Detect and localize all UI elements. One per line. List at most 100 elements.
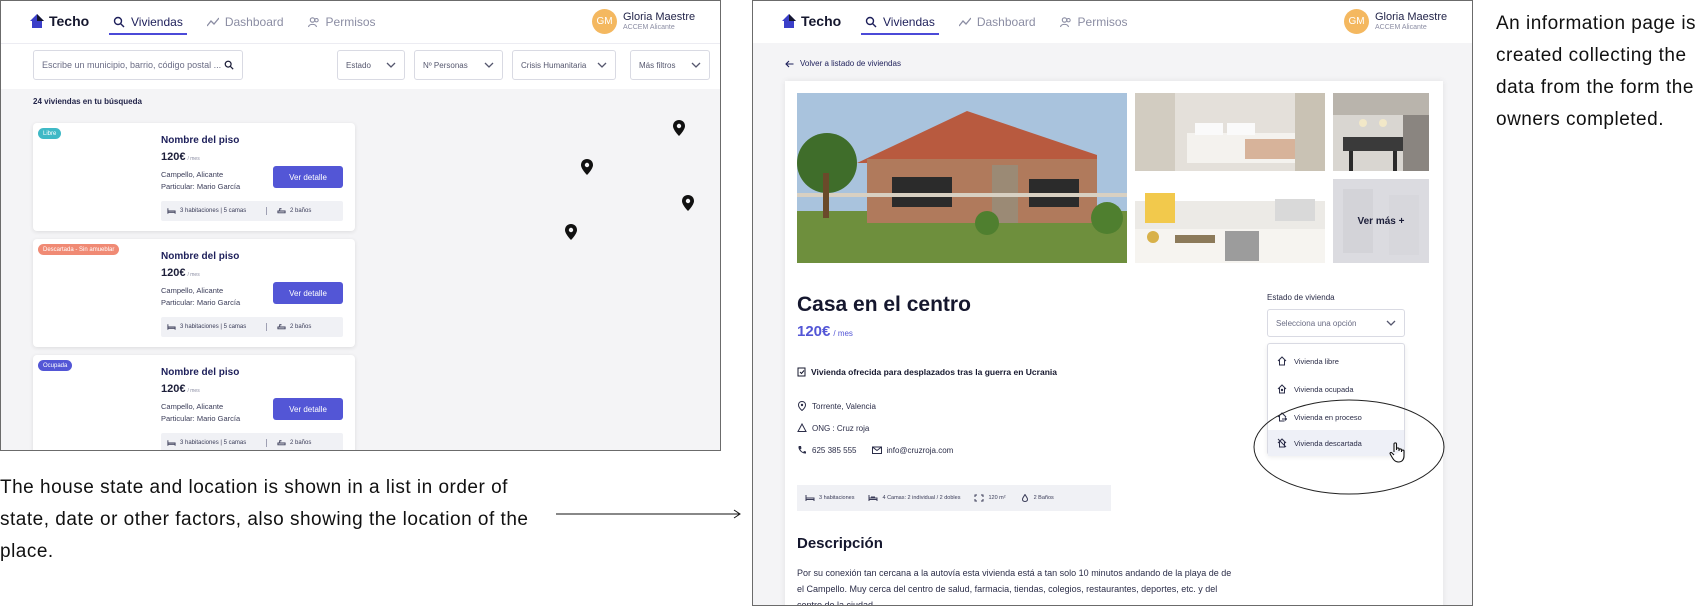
listing-title[interactable]: Nombre del piso xyxy=(161,367,239,378)
view-detail-button[interactable]: Ver detalle xyxy=(273,398,343,420)
user-org: ACCEM Alicante xyxy=(1375,24,1427,31)
ngo-text: ONG : Cruz roja xyxy=(812,423,870,433)
rooms-text: 3 habitaciones | 5 camas xyxy=(180,440,247,446)
chevron-down-icon xyxy=(484,62,494,68)
listing-location: Campello, Alicante Particular: Mario Garc… xyxy=(161,285,240,309)
price-unit: / mes xyxy=(187,156,200,162)
home-icon xyxy=(1277,356,1287,366)
search-input[interactable]: Escribe un municipio, barrio, código pos… xyxy=(33,50,243,80)
bedroom-image xyxy=(1135,93,1325,171)
rooms-text: 3 habitaciones | 5 camas xyxy=(180,208,247,214)
hand-cursor-icon xyxy=(1389,442,1405,463)
baths-feature: 2 baños xyxy=(267,439,311,447)
search-icon[interactable] xyxy=(224,60,234,70)
user-name: Gloria Maestre xyxy=(623,11,696,23)
nav-item-viviendas[interactable]: Viviendas xyxy=(109,1,187,43)
bed-icon xyxy=(167,324,176,330)
view-detail-button[interactable]: Ver detalle xyxy=(273,166,343,188)
feature-area: 120 m² xyxy=(974,494,1006,502)
kitchen-photo[interactable] xyxy=(1333,93,1429,171)
offer-note: Vivienda ofrecida para desplazados tras … xyxy=(797,367,1057,377)
users-icon xyxy=(307,17,319,28)
features-bar: 3 habitaciones 4 Camas: 2 individual / 2… xyxy=(797,485,1111,511)
app-logo[interactable]: Techo xyxy=(29,13,89,29)
filter-label: Crisis Humanitaria xyxy=(521,60,587,70)
feature-text: 3 habitaciones xyxy=(819,495,855,501)
user-menu[interactable]: GM Gloria Maestre ACCEM Alicante xyxy=(1344,9,1447,34)
price-value: 120€ xyxy=(161,383,186,395)
double-bed-icon xyxy=(868,495,878,501)
price-unit: / mes xyxy=(833,329,853,338)
user-menu[interactable]: GM Gloria Maestre ACCEM Alicante xyxy=(592,9,695,34)
baths-feature: 2 baños xyxy=(267,207,311,215)
listing-card[interactable]: Ocupada Nombre del piso 120€ / mes Campel… xyxy=(33,355,355,450)
main-photo[interactable] xyxy=(797,93,1127,263)
location-text: Campello, Alicante xyxy=(161,402,224,411)
filter-personas[interactable]: Nº Personas xyxy=(414,50,503,80)
state-select[interactable]: Selecciona una opción xyxy=(1267,309,1405,337)
water-drop-icon xyxy=(1021,494,1028,502)
listing-title[interactable]: Nombre del piso xyxy=(161,135,239,146)
feature-text: 120 m² xyxy=(988,495,1006,501)
listing-title: Casa en el centro xyxy=(797,293,971,316)
listing-card[interactable]: Libre Nombre del piso 120€ / mes Campello… xyxy=(33,123,355,231)
map-pin-icon[interactable] xyxy=(565,224,577,240)
baths-text: 2 baños xyxy=(290,324,312,330)
nav-label: Dashboard xyxy=(224,15,284,29)
status-badge: Ocupada xyxy=(38,360,73,371)
kitchen-detail-photo[interactable] xyxy=(1135,179,1325,263)
phone-text[interactable]: 625 385 555 xyxy=(812,446,857,455)
nav-item-viviendas[interactable]: Viviendas xyxy=(861,1,939,43)
chart-line-icon xyxy=(958,17,971,27)
description-title: Descripción xyxy=(797,535,883,552)
chevron-down-icon xyxy=(386,62,396,68)
option-vivienda-libre[interactable]: Vivienda libre xyxy=(1268,348,1404,374)
feature-baths: 2 Baños xyxy=(1020,494,1054,502)
app-logo[interactable]: Techo xyxy=(781,13,841,29)
filter-crisis[interactable]: Crisis Humanitaria xyxy=(512,50,616,80)
listing-features: 3 habitaciones | 5 camas 2 baños xyxy=(161,201,343,221)
bedroom-photo[interactable] xyxy=(1135,93,1325,171)
chart-line-icon xyxy=(206,17,219,27)
owner-text: Particular: Mario García xyxy=(161,298,241,307)
baths-feature: 2 baños xyxy=(267,323,311,331)
user-info: Gloria Maestre ACCEM Alicante xyxy=(1375,11,1447,32)
price-value: 120€ xyxy=(797,323,831,340)
feature-rooms: 3 habitaciones xyxy=(805,494,854,502)
listing-title[interactable]: Nombre del piso xyxy=(161,251,239,262)
view-detail-button[interactable]: Ver detalle xyxy=(273,282,343,304)
back-link[interactable]: Volver a listado de viviendas xyxy=(785,59,901,68)
email-text[interactable]: info@cruzroja.com xyxy=(887,446,954,455)
bath-icon xyxy=(277,324,286,330)
techo-house-icon xyxy=(782,14,796,28)
nav-item-permisos[interactable]: Permisos xyxy=(1059,1,1128,43)
user-name: Gloria Maestre xyxy=(1375,11,1448,23)
nav-item-permisos[interactable]: Permisos xyxy=(307,1,376,43)
option-label: Vivienda ocupada xyxy=(1294,384,1354,394)
right-caption: An information page is created collectin… xyxy=(1496,13,1697,130)
offer-note-text: Vivienda ofrecida para desplazados tras … xyxy=(811,367,1057,377)
filter-bar: Escribe un municipio, barrio, código pos… xyxy=(1,43,720,89)
filter-label: Nº Personas xyxy=(423,60,468,70)
owner-text: Particular: Mario García xyxy=(161,414,241,423)
see-more-label[interactable]: Ver más + xyxy=(1333,179,1429,263)
map-pin-icon[interactable] xyxy=(673,120,685,136)
feature-text: 2 Baños xyxy=(1033,495,1054,501)
filter-label: Más filtros xyxy=(639,60,676,70)
see-more-photos[interactable]: Ver más + xyxy=(1333,179,1429,263)
filter-more[interactable]: Más filtros xyxy=(630,50,710,80)
nav-item-dashboard[interactable]: Dashboard xyxy=(958,1,1036,43)
user-org: ACCEM Alicante xyxy=(623,24,675,31)
user-info: Gloria Maestre ACCEM Alicante xyxy=(623,11,695,32)
app-name: Techo xyxy=(801,13,842,29)
map-pin-icon[interactable] xyxy=(682,195,694,211)
location-info: Torrente, Valencia xyxy=(797,401,876,411)
nav-item-dashboard[interactable]: Dashboard xyxy=(206,1,284,43)
map-pin-icon[interactable] xyxy=(581,159,593,175)
listing-price: 120€ / mes xyxy=(797,323,853,340)
filter-estado[interactable]: Estado xyxy=(337,50,405,80)
listing-card[interactable]: Descartada - Sin amueblar Nombre del pis… xyxy=(33,239,355,347)
price-value: 120€ xyxy=(161,267,186,279)
location-text: Campello, Alicante xyxy=(161,170,224,179)
arrow-left-icon xyxy=(785,60,794,67)
